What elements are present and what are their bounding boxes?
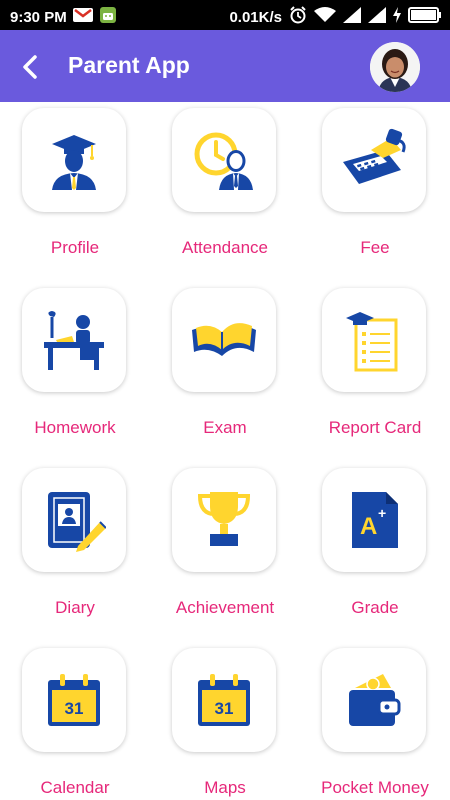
tile-card	[22, 468, 126, 572]
grade-letter: A	[360, 513, 377, 540]
calendar-day: 31	[215, 699, 234, 718]
android-icon	[99, 6, 117, 28]
tile-label: Attendance	[181, 238, 268, 257]
tile-card: A +	[322, 468, 426, 572]
tile-label: Exam	[203, 418, 247, 437]
tile-label: Achievement	[175, 598, 275, 617]
tile-label: Homework	[34, 418, 116, 437]
menu-item-profile[interactable]: Profile	[0, 108, 150, 288]
tile-label: Maps	[204, 778, 246, 797]
gmail-icon	[72, 7, 93, 27]
menu-item-diary[interactable]: Diary	[0, 468, 150, 648]
tile-label: Report Card	[328, 418, 422, 437]
status-time: 9:30 PM	[10, 8, 67, 26]
menu-item-fee[interactable]: Fee	[300, 108, 450, 288]
open-book-icon	[192, 323, 256, 356]
menu-item-calendar[interactable]: 31 Calendar	[0, 648, 150, 800]
signal-icon	[343, 7, 361, 27]
grade-a-plus-icon: A +	[352, 492, 398, 548]
charging-icon	[393, 7, 401, 27]
calendar-icon: 31	[198, 674, 250, 726]
menu-grid: Profile Attendance Fee Homework Exam Rep…	[0, 102, 450, 800]
report-card-icon	[346, 312, 398, 372]
menu-item-pocket-money[interactable]: Pocket Money	[300, 648, 450, 800]
tile-card: 31	[172, 648, 276, 752]
tile-card	[322, 288, 426, 392]
trophy-icon	[197, 492, 251, 546]
tile-card	[22, 288, 126, 392]
app-bar: Parent App	[0, 30, 450, 102]
desk-study-icon	[44, 311, 104, 370]
chevron-left-icon	[23, 55, 37, 79]
menu-item-report-card[interactable]: Report Card	[300, 288, 450, 468]
tile-card: 31	[22, 648, 126, 752]
avatar[interactable]	[370, 42, 420, 92]
menu-item-homework[interactable]: Homework	[0, 288, 150, 468]
wallet-icon	[349, 674, 401, 726]
calendar-day: 31	[65, 699, 84, 718]
graduate-icon	[52, 135, 96, 190]
menu-item-exam[interactable]: Exam	[150, 288, 300, 468]
tile-card	[172, 468, 276, 572]
tile-card	[22, 108, 126, 212]
tile-label: Pocket Money	[321, 778, 429, 797]
menu-item-grade[interactable]: A + Grade	[300, 468, 450, 648]
back-button[interactable]	[16, 52, 46, 82]
diary-pencil-icon	[48, 492, 106, 552]
tile-label: Calendar	[40, 778, 110, 797]
calculator-icon	[343, 128, 406, 184]
alarm-icon	[289, 6, 307, 28]
tile-label: Grade	[351, 598, 399, 617]
menu-item-achievement[interactable]: Achievement	[150, 468, 300, 648]
page-title: Parent App	[68, 52, 190, 78]
tile-label: Diary	[55, 598, 95, 617]
status-bar: 9:30 PM 0.01K/s	[0, 0, 450, 30]
calendar-icon: 31	[48, 674, 100, 726]
tile-label: Fee	[360, 238, 390, 257]
signal-icon	[368, 7, 386, 27]
tile-label: Profile	[50, 238, 100, 257]
battery-icon	[408, 7, 442, 27]
network-speed: 0.01K/s	[229, 8, 282, 26]
tile-card	[322, 108, 426, 212]
grade-plus: +	[378, 505, 386, 521]
clock-person-icon	[194, 132, 253, 190]
menu-item-maps[interactable]: 31 Maps	[150, 648, 300, 800]
tile-card	[172, 288, 276, 392]
tile-card	[172, 108, 276, 212]
tile-card	[322, 648, 426, 752]
menu-item-attendance[interactable]: Attendance	[150, 108, 300, 288]
wifi-icon	[314, 7, 336, 27]
